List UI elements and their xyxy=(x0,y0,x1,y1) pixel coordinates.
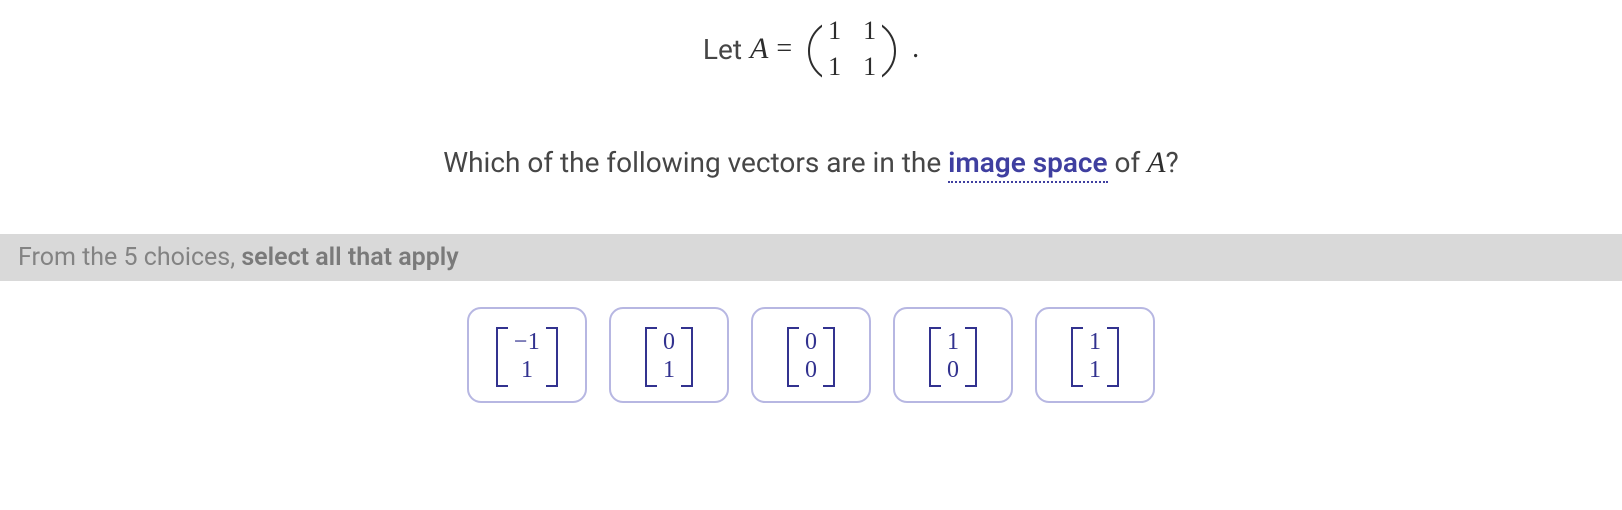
choice-button-3[interactable]: 0 0 xyxy=(751,307,871,403)
vector-1-top: −1 xyxy=(514,329,541,357)
choice-button-5[interactable]: 1 1 xyxy=(1035,307,1155,403)
vector-5: 1 1 xyxy=(1071,327,1119,386)
matrix-symbol-a: A xyxy=(750,32,768,66)
question-a-symbol: A xyxy=(1147,146,1165,179)
vector-3-top: 0 xyxy=(805,329,817,357)
question-line: Which of the following vectors are in th… xyxy=(0,146,1622,180)
choice-button-1[interactable]: −1 1 xyxy=(467,307,587,403)
vector-4-entries: 1 0 xyxy=(939,327,967,386)
instruction-bold: select all that apply xyxy=(241,243,458,272)
vector-2-entries: 0 1 xyxy=(655,327,683,386)
instruction-bar: From the 5 choices, select all that appl… xyxy=(0,234,1622,281)
question-prefix: Which of the following vectors are in th… xyxy=(443,146,948,179)
choice-button-2[interactable]: 0 1 xyxy=(609,307,729,403)
vector-3: 0 0 xyxy=(787,327,835,386)
right-bracket-icon xyxy=(825,327,835,386)
problem-statement: Let A = 1 1 1 1 . Which of the following… xyxy=(0,0,1622,180)
matrix-entry-0-0: 1 xyxy=(828,16,841,46)
period: . xyxy=(912,33,919,65)
left-bracket-icon xyxy=(929,327,939,386)
matrix-entry-1-1: 1 xyxy=(863,52,876,82)
term-image-space-link[interactable]: image space xyxy=(948,146,1107,183)
vector-2: 0 1 xyxy=(645,327,693,386)
matrix-entry-1-0: 1 xyxy=(828,52,841,82)
right-paren-icon xyxy=(882,12,900,86)
left-bracket-icon xyxy=(645,327,655,386)
vector-5-top: 1 xyxy=(1089,329,1101,357)
matrix-entry-0-1: 1 xyxy=(863,16,876,46)
matrix-definition-line: Let A = 1 1 1 1 . xyxy=(0,10,1622,88)
left-bracket-icon xyxy=(1071,327,1081,386)
right-bracket-icon xyxy=(548,327,558,386)
vector-3-entries: 0 0 xyxy=(797,327,825,386)
vector-4: 1 0 xyxy=(929,327,977,386)
vector-5-entries: 1 1 xyxy=(1081,327,1109,386)
instruction-prefix: From the 5 choices, xyxy=(18,243,241,272)
vector-3-bot: 0 xyxy=(805,357,817,385)
vector-1-entries: −1 1 xyxy=(506,327,549,386)
vector-1-bot: 1 xyxy=(521,357,533,385)
vector-5-bot: 1 xyxy=(1089,357,1101,385)
question-qmark: ? xyxy=(1166,146,1179,179)
matrix-entries: 1 1 1 1 xyxy=(822,10,882,88)
right-bracket-icon xyxy=(967,327,977,386)
right-bracket-icon xyxy=(1109,327,1119,386)
choice-row: −1 1 0 1 0 0 xyxy=(0,307,1622,403)
page-root: Let A = 1 1 1 1 . Which of the following… xyxy=(0,0,1622,510)
let-word: Let xyxy=(703,33,742,66)
vector-4-bot: 0 xyxy=(947,357,959,385)
left-bracket-icon xyxy=(496,327,506,386)
vector-4-top: 1 xyxy=(947,329,959,357)
matrix-parentheses: 1 1 1 1 xyxy=(804,10,900,88)
right-bracket-icon xyxy=(683,327,693,386)
equals-sign: = xyxy=(776,33,792,65)
vector-2-bot: 1 xyxy=(663,357,675,385)
left-paren-icon xyxy=(804,12,822,86)
left-bracket-icon xyxy=(787,327,797,386)
vector-1: −1 1 xyxy=(496,327,559,386)
choice-button-4[interactable]: 1 0 xyxy=(893,307,1013,403)
vector-2-top: 0 xyxy=(663,329,675,357)
question-of: of xyxy=(1108,146,1148,179)
